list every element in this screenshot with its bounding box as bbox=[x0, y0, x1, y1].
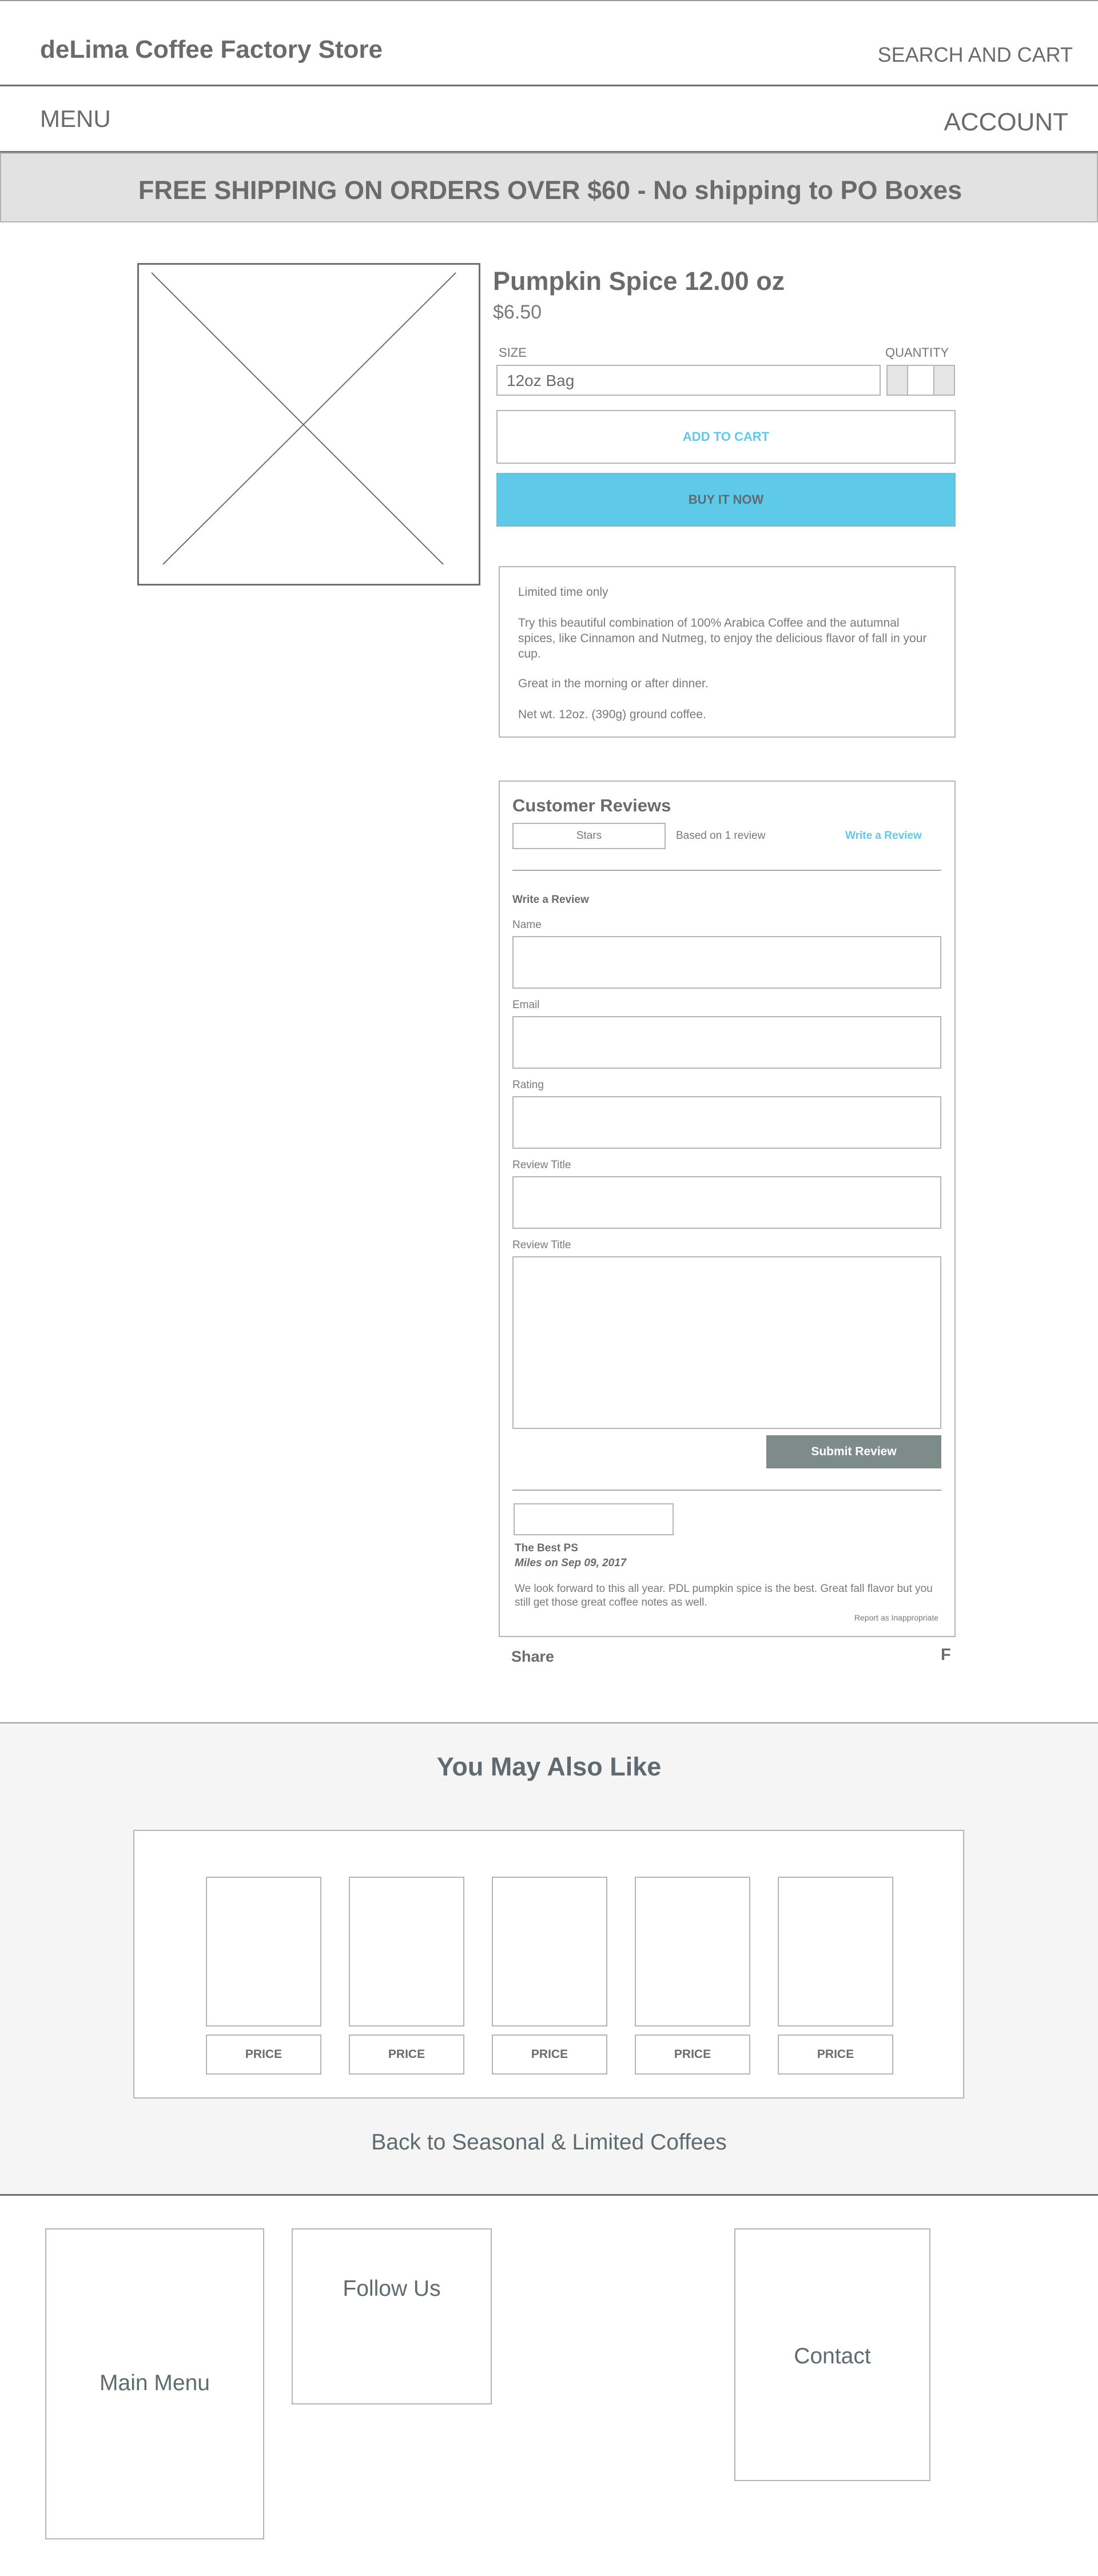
share-label: Share bbox=[511, 1648, 555, 1665]
divider bbox=[512, 1490, 941, 1491]
quantity-increase-button[interactable] bbox=[933, 366, 954, 395]
description-paragraph: Try this beautiful combination of 100% A… bbox=[518, 616, 927, 660]
footer-follow-us-label: Follow Us bbox=[343, 2276, 441, 2301]
description-paragraph: Net wt. 12oz. (390g) ground coffee. bbox=[518, 708, 706, 721]
image-placeholder-icon bbox=[151, 272, 456, 565]
quantity-stepper[interactable] bbox=[886, 365, 955, 396]
footer-contact-label: Contact bbox=[794, 2344, 871, 2368]
name-label: Name bbox=[512, 919, 542, 931]
quantity-label: QUANTITY bbox=[885, 345, 949, 360]
write-review-link[interactable]: Write a Review bbox=[845, 830, 922, 842]
related-product-image[interactable] bbox=[206, 1877, 321, 2026]
size-select-value: 12oz Bag bbox=[507, 372, 575, 389]
related-product-image[interactable] bbox=[635, 1877, 750, 2026]
product-price: $6.50 bbox=[493, 301, 542, 323]
submit-review-button[interactable]: Submit Review bbox=[766, 1435, 941, 1468]
related-product-price[interactable]: PRICE bbox=[492, 2034, 607, 2075]
account-link[interactable]: ACCOUNT bbox=[944, 108, 1068, 137]
review-title: The Best PS bbox=[515, 1542, 578, 1554]
you-may-also-like-section: You May Also Like PRICE PRICE PRICE PRIC… bbox=[0, 1722, 1098, 2196]
write-review-heading: Write a Review bbox=[512, 894, 589, 906]
report-inappropriate-link[interactable]: Report as Inappropriate bbox=[854, 1613, 938, 1622]
review-title-field[interactable] bbox=[512, 1176, 941, 1229]
description-paragraph: Great in the morning or after dinner. bbox=[518, 677, 709, 690]
related-product-price[interactable]: PRICE bbox=[206, 2034, 321, 2075]
back-to-collection-link[interactable]: Back to Seasonal & Limited Coffees bbox=[0, 2130, 1098, 2155]
footer-contact[interactable]: Contact bbox=[734, 2228, 930, 2481]
search-and-cart-link[interactable]: SEARCH AND CART bbox=[878, 43, 1073, 67]
related-product-image[interactable] bbox=[492, 1877, 607, 2026]
reviews-title: Customer Reviews bbox=[512, 795, 671, 815]
name-field[interactable] bbox=[512, 936, 941, 989]
email-label: Email bbox=[512, 999, 540, 1011]
review-body: We look forward to this all year. PDL pu… bbox=[515, 1583, 933, 1608]
review-stars bbox=[514, 1503, 674, 1535]
product-description: Limited time only Try this beautiful com… bbox=[499, 566, 956, 738]
shipping-banner-text: FREE SHIPPING ON ORDERS OVER $60 - No sh… bbox=[138, 176, 962, 205]
review-title-label: Review Title bbox=[512, 1159, 571, 1171]
rating-label: Rating bbox=[512, 1079, 544, 1091]
review-body-field[interactable] bbox=[512, 1256, 941, 1429]
buy-it-now-button[interactable]: BUY IT NOW bbox=[496, 473, 956, 527]
nav-bar: MENU ACCOUNT bbox=[0, 86, 1098, 153]
add-to-cart-button[interactable]: ADD TO CART bbox=[496, 410, 956, 464]
size-select[interactable]: 12oz Bag bbox=[496, 365, 881, 396]
review-author-date: Miles on Sep 09, 2017 bbox=[515, 1557, 627, 1569]
footer-follow-us[interactable]: Follow Us bbox=[292, 2228, 492, 2404]
rating-field[interactable] bbox=[512, 1096, 941, 1149]
size-label: SIZE bbox=[499, 345, 527, 360]
shipping-banner: FREE SHIPPING ON ORDERS OVER $60 - No sh… bbox=[0, 153, 1098, 222]
quantity-input[interactable] bbox=[908, 366, 933, 395]
menu-link[interactable]: MENU bbox=[40, 105, 111, 133]
review-count: Based on 1 review bbox=[676, 830, 766, 842]
customer-reviews: Customer Reviews Stars Based on 1 review… bbox=[499, 781, 956, 1637]
related-product-image[interactable] bbox=[349, 1877, 464, 2026]
related-products-carousel: PRICE PRICE PRICE PRICE PRICE bbox=[133, 1830, 964, 2099]
store-name[interactable]: deLima Coffee Factory Store bbox=[40, 35, 383, 64]
you-may-also-like-title: You May Also Like bbox=[436, 1752, 662, 1781]
footer-main-menu-label: Main Menu bbox=[100, 2371, 210, 2395]
review-body-label: Review Title bbox=[512, 1239, 571, 1251]
description-paragraph: Limited time only bbox=[518, 586, 608, 599]
average-stars: Stars bbox=[512, 823, 666, 849]
product-image-placeholder[interactable] bbox=[137, 263, 480, 586]
product-title: Pumpkin Spice 12.00 oz bbox=[493, 266, 785, 296]
footer-main-menu[interactable]: Main Menu bbox=[45, 2228, 264, 2539]
divider bbox=[512, 870, 941, 871]
related-product-price[interactable]: PRICE bbox=[635, 2034, 750, 2075]
related-product-image[interactable] bbox=[778, 1877, 893, 2026]
related-product-price[interactable]: PRICE bbox=[349, 2034, 464, 2075]
related-product-price[interactable]: PRICE bbox=[778, 2034, 893, 2075]
email-field[interactable] bbox=[512, 1016, 941, 1069]
facebook-icon[interactable]: F bbox=[941, 1646, 951, 1665]
site-header: deLima Coffee Factory Store SEARCH AND C… bbox=[0, 0, 1098, 86]
quantity-decrease-button[interactable] bbox=[888, 366, 908, 395]
